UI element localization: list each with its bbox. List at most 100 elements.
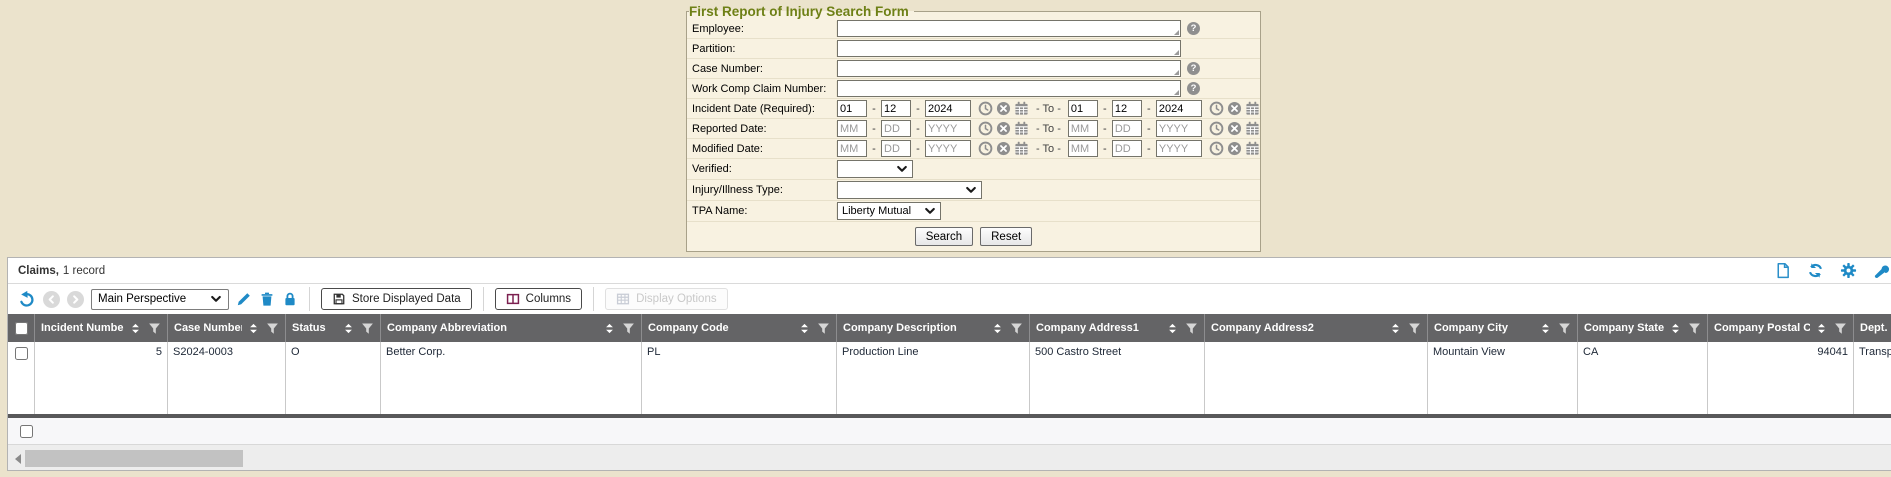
header-company-state[interactable]: Company State <box>1578 314 1708 342</box>
sort-icon[interactable] <box>130 322 141 335</box>
select-all-checkbox[interactable] <box>15 322 28 335</box>
calendar-icon[interactable] <box>1014 101 1029 116</box>
scroll-left-arrow[interactable] <box>15 454 21 464</box>
header-case-number[interactable]: Case Number <box>168 314 286 342</box>
help-icon[interactable] <box>1187 82 1200 95</box>
case-number-input[interactable] <box>837 60 1181 77</box>
filter-icon[interactable] <box>1010 322 1023 335</box>
clear-icon[interactable] <box>996 101 1011 116</box>
previous-perspective-button[interactable] <box>43 291 60 308</box>
columns-button[interactable]: Columns <box>495 288 582 310</box>
footer-checkbox[interactable] <box>20 425 33 438</box>
sort-icon[interactable] <box>799 322 810 335</box>
undo-icon[interactable] <box>17 290 36 309</box>
calendar-icon[interactable] <box>1245 121 1260 136</box>
sort-icon[interactable] <box>1816 322 1827 335</box>
incident-from-day-input[interactable] <box>881 100 911 117</box>
calendar-icon[interactable] <box>1014 141 1029 156</box>
modified-from-year-input[interactable] <box>925 140 971 157</box>
header-incident-number[interactable]: Incident Number <box>35 314 168 342</box>
modified-to-day-input[interactable] <box>1112 140 1142 157</box>
sort-icon[interactable] <box>1670 322 1681 335</box>
clear-icon[interactable] <box>996 121 1011 136</box>
delete-perspective-icon[interactable] <box>259 291 275 307</box>
help-icon[interactable] <box>1187 62 1200 75</box>
filter-icon[interactable] <box>266 322 279 335</box>
clock-icon[interactable] <box>978 121 993 136</box>
row-checkbox[interactable] <box>15 347 28 360</box>
employee-input[interactable] <box>837 20 1181 37</box>
header-company-address1[interactable]: Company Address1 <box>1030 314 1205 342</box>
incident-to-day-input[interactable] <box>1112 100 1142 117</box>
filter-icon[interactable] <box>1558 322 1571 335</box>
reset-button[interactable]: Reset <box>980 227 1032 246</box>
refresh-icon[interactable] <box>1807 262 1824 279</box>
sort-icon[interactable] <box>992 322 1003 335</box>
calendar-icon[interactable] <box>1245 101 1260 116</box>
sort-icon[interactable] <box>604 322 615 335</box>
reported-from-year-input[interactable] <box>925 120 971 137</box>
sort-icon[interactable] <box>343 322 354 335</box>
clear-icon[interactable] <box>1227 141 1242 156</box>
table-row[interactable]: 5 S2024-0003 O Better Corp. PL Productio… <box>8 342 1891 414</box>
search-button[interactable]: Search <box>915 227 973 246</box>
incident-to-month-input[interactable] <box>1068 100 1098 117</box>
header-company-description[interactable]: Company Description <box>837 314 1030 342</box>
filter-icon[interactable] <box>148 322 161 335</box>
perspective-select[interactable]: Main Perspective <box>91 289 229 310</box>
sort-icon[interactable] <box>1167 322 1178 335</box>
clock-icon[interactable] <box>1209 101 1224 116</box>
help-icon[interactable] <box>1187 22 1200 35</box>
next-perspective-button[interactable] <box>67 291 84 308</box>
incident-from-year-input[interactable] <box>925 100 971 117</box>
clock-icon[interactable] <box>978 141 993 156</box>
reported-to-month-input[interactable] <box>1068 120 1098 137</box>
sort-icon[interactable] <box>1390 322 1401 335</box>
reported-from-month-input[interactable] <box>837 120 867 137</box>
filter-icon[interactable] <box>1688 322 1701 335</box>
filter-icon[interactable] <box>622 322 635 335</box>
modified-to-year-input[interactable] <box>1156 140 1202 157</box>
modified-from-day-input[interactable] <box>881 140 911 157</box>
tpa-name-select[interactable]: Liberty Mutual <box>837 202 941 220</box>
filter-icon[interactable] <box>361 322 374 335</box>
lock-icon[interactable] <box>282 291 298 307</box>
clock-icon[interactable] <box>1209 121 1224 136</box>
clock-icon[interactable] <box>1209 141 1224 156</box>
clear-icon[interactable] <box>1227 101 1242 116</box>
edit-perspective-icon[interactable] <box>236 291 252 307</box>
filter-icon[interactable] <box>817 322 830 335</box>
modified-to-month-input[interactable] <box>1068 140 1098 157</box>
header-dept-id[interactable]: Dept. ID <box>1854 314 1891 342</box>
work-comp-input[interactable] <box>837 80 1181 97</box>
header-company-city[interactable]: Company City <box>1428 314 1578 342</box>
calendar-icon[interactable] <box>1014 121 1029 136</box>
filter-icon[interactable] <box>1408 322 1421 335</box>
clear-icon[interactable] <box>1227 121 1242 136</box>
filter-icon[interactable] <box>1185 322 1198 335</box>
store-displayed-data-button[interactable]: Store Displayed Data <box>321 288 472 310</box>
wrench-icon[interactable] <box>1873 262 1890 279</box>
new-document-icon[interactable] <box>1774 262 1791 279</box>
horizontal-scrollbar[interactable] <box>8 445 1891 471</box>
reported-to-year-input[interactable] <box>1156 120 1202 137</box>
reported-to-day-input[interactable] <box>1112 120 1142 137</box>
sort-icon[interactable] <box>248 322 259 335</box>
header-company-postal-code[interactable]: Company Postal Code <box>1708 314 1854 342</box>
incident-to-year-input[interactable] <box>1156 100 1202 117</box>
scrollbar-thumb[interactable] <box>25 450 243 467</box>
modified-from-month-input[interactable] <box>837 140 867 157</box>
filter-icon[interactable] <box>1834 322 1847 335</box>
injury-type-select[interactable] <box>837 181 982 199</box>
header-company-abbreviation[interactable]: Company Abbreviation <box>381 314 642 342</box>
clear-icon[interactable] <box>996 141 1011 156</box>
header-company-address2[interactable]: Company Address2 <box>1205 314 1428 342</box>
gear-icon[interactable] <box>1840 262 1857 279</box>
header-status[interactable]: Status <box>286 314 381 342</box>
clock-icon[interactable] <box>978 101 993 116</box>
reported-from-day-input[interactable] <box>881 120 911 137</box>
partition-input[interactable] <box>837 40 1181 57</box>
incident-from-month-input[interactable] <box>837 100 867 117</box>
calendar-icon[interactable] <box>1245 141 1260 156</box>
verified-select[interactable] <box>837 160 913 178</box>
